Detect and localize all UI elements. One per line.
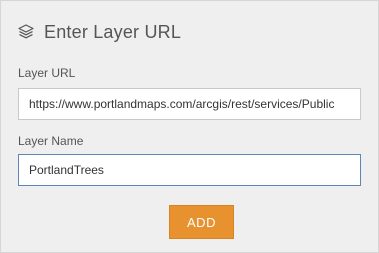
layer-name-input[interactable] <box>18 154 361 186</box>
layer-url-label: Layer URL <box>18 66 76 80</box>
add-button[interactable]: ADD <box>169 205 234 239</box>
layers-icon <box>17 23 35 41</box>
enter-layer-url-panel: Enter Layer URL Layer URL Layer Name ADD <box>0 0 379 253</box>
layer-name-label: Layer Name <box>18 134 84 148</box>
layer-url-input[interactable] <box>18 88 361 120</box>
panel-header: Enter Layer URL <box>17 19 181 45</box>
panel-title: Enter Layer URL <box>44 21 182 42</box>
